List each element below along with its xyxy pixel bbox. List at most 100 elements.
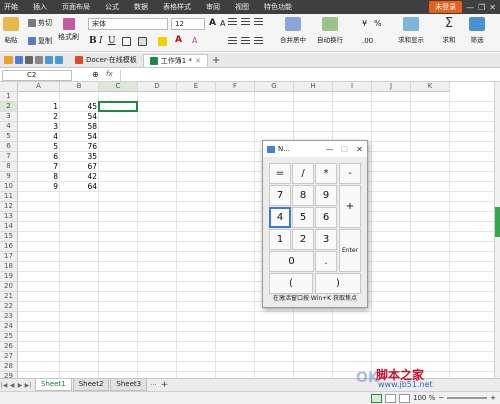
sheet-tab-2[interactable]: Sheet2 — [72, 379, 110, 391]
cell-a[interactable]: 3 — [18, 122, 60, 132]
calc-key-minus[interactable]: - — [339, 163, 361, 184]
page-layout-view-icon[interactable] — [385, 393, 396, 403]
row-header[interactable]: 27 — [0, 352, 18, 362]
column-header[interactable]: A — [18, 82, 60, 92]
zoom-in-icon[interactable]: + — [490, 394, 496, 402]
menu-data[interactable]: 数据 — [134, 2, 148, 12]
cell-b[interactable]: 54 — [60, 112, 99, 122]
align-left-icon[interactable] — [228, 37, 237, 45]
copy-button[interactable]: 复制 — [28, 36, 52, 46]
calc-key-0[interactable]: 0 — [269, 251, 314, 272]
fx-icon[interactable]: fx — [106, 70, 113, 78]
decimal-increase-icon[interactable]: .00 — [362, 37, 373, 45]
calc-key-multiply[interactable]: * — [315, 163, 337, 184]
cut-button[interactable]: 剪切 — [28, 18, 52, 28]
row-header[interactable]: 9 — [0, 172, 18, 182]
align-top-icon[interactable] — [228, 18, 237, 26]
calc-key-9[interactable]: 9 — [315, 185, 337, 206]
restore-window-icon[interactable]: ❐ — [478, 3, 485, 12]
format-painter-button[interactable]: 格式刷 — [58, 18, 79, 42]
column-header[interactable]: B — [60, 82, 99, 92]
cell-b[interactable]: 54 — [60, 132, 99, 142]
preview-icon[interactable] — [35, 56, 43, 64]
cell-a[interactable]: 4 — [18, 132, 60, 142]
normal-view-icon[interactable] — [371, 393, 382, 403]
name-box[interactable]: C2 — [2, 70, 72, 81]
calc-key-4[interactable]: 4 — [269, 207, 291, 228]
row-header[interactable]: 10 — [0, 182, 18, 192]
cell-b[interactable]: 45 — [60, 102, 99, 112]
font-size-select[interactable]: 12 — [171, 18, 205, 30]
menu-insert[interactable]: 插入 — [33, 2, 47, 12]
column-header[interactable]: D — [138, 82, 177, 92]
paste-button[interactable]: 粘贴 — [3, 17, 19, 44]
menu-review[interactable]: 审阅 — [206, 2, 220, 12]
calc-key-2[interactable]: 2 — [292, 229, 314, 250]
auto-wrap-button[interactable]: 自动换行 — [317, 17, 343, 44]
row-header[interactable]: 20 — [0, 282, 18, 292]
calc-key-5[interactable]: 5 — [292, 207, 314, 228]
calc-key-1[interactable]: 1 — [269, 229, 291, 250]
new-tab-button[interactable]: + — [212, 55, 220, 66]
align-bottom-icon[interactable] — [254, 18, 263, 26]
column-header[interactable]: H — [294, 82, 333, 92]
cell-a[interactable]: 6 — [18, 152, 60, 162]
shrink-font-icon[interactable]: A — [220, 19, 225, 28]
scrollbar-thumb[interactable] — [495, 207, 500, 237]
column-header[interactable]: G — [255, 82, 294, 92]
row-header[interactable]: 15 — [0, 232, 18, 242]
redo-icon[interactable] — [55, 56, 63, 64]
row-header[interactable]: 12 — [0, 202, 18, 212]
sheet-tab-1[interactable]: Sheet1 — [35, 379, 72, 391]
cell-b[interactable]: 35 — [60, 152, 99, 162]
calculator-title-bar[interactable]: N... — ☐ ✕ — [263, 141, 367, 157]
column-header[interactable]: K — [411, 82, 450, 92]
calc-key-plus[interactable]: + — [339, 185, 361, 228]
row-header[interactable]: 21 — [0, 292, 18, 302]
calculator-minimize-icon[interactable]: — — [322, 145, 337, 154]
align-right-icon[interactable] — [254, 37, 263, 45]
minimize-window-icon[interactable]: — — [466, 3, 474, 12]
row-header[interactable]: 4 — [0, 122, 18, 132]
row-header[interactable]: 18 — [0, 262, 18, 272]
page-break-view-icon[interactable] — [399, 393, 410, 403]
row-header[interactable]: 6 — [0, 142, 18, 152]
underline-button[interactable]: U — [108, 36, 116, 46]
grow-font-icon[interactable]: A — [209, 18, 216, 28]
row-header[interactable]: 13 — [0, 212, 18, 222]
calc-key-close-paren[interactable]: ) — [315, 273, 361, 294]
zoom-level[interactable]: 100 % — [413, 394, 435, 402]
undo-icon[interactable] — [45, 56, 53, 64]
border-icon[interactable] — [122, 37, 131, 46]
merge-cells-icon[interactable] — [138, 37, 147, 46]
cell-b[interactable]: 64 — [60, 182, 99, 192]
spreadsheet-grid[interactable]: A B C D E F G H I J K 1 2 3 4 5 6 7 8 9 10 11 12 13 14 15 16 17 18 19… — [0, 82, 494, 378]
close-window-icon[interactable]: ✕ — [489, 3, 496, 12]
row-header[interactable]: 7 — [0, 152, 18, 162]
sheet-tab-3[interactable]: Sheet3 — [110, 379, 148, 391]
formula-input[interactable] — [120, 70, 496, 81]
column-header[interactable]: E — [177, 82, 216, 92]
font-name-select[interactable]: 宋体 — [88, 18, 168, 30]
row-header[interactable]: 26 — [0, 342, 18, 352]
column-header[interactable]: I — [333, 82, 372, 92]
close-tab-icon[interactable]: ✕ — [195, 57, 201, 65]
filter-button[interactable]: 筛选 — [469, 17, 485, 44]
cell-b[interactable]: 76 — [60, 142, 99, 152]
row-header[interactable]: 11 — [0, 192, 18, 202]
calc-key-8[interactable]: 8 — [292, 185, 314, 206]
cell-b[interactable]: 42 — [60, 172, 99, 182]
calc-key-equals[interactable]: = — [269, 163, 291, 184]
zoom-out-icon[interactable]: − — [438, 394, 444, 402]
row-header[interactable]: 28 — [0, 362, 18, 372]
calc-key-open-paren[interactable]: ( — [269, 273, 313, 294]
row-header[interactable]: 1 — [0, 92, 18, 102]
row-header[interactable]: 5 — [0, 132, 18, 142]
column-header[interactable]: C — [99, 82, 138, 92]
cell-b[interactable]: 67 — [60, 162, 99, 172]
print-icon[interactable] — [25, 56, 33, 64]
next-sheet-arrow-icon[interactable]: ▶ — [16, 382, 24, 389]
cell-a[interactable]: 1 — [18, 102, 60, 112]
menu-page-layout[interactable]: 页面布局 — [62, 2, 90, 12]
cell-a[interactable]: 8 — [18, 172, 60, 182]
